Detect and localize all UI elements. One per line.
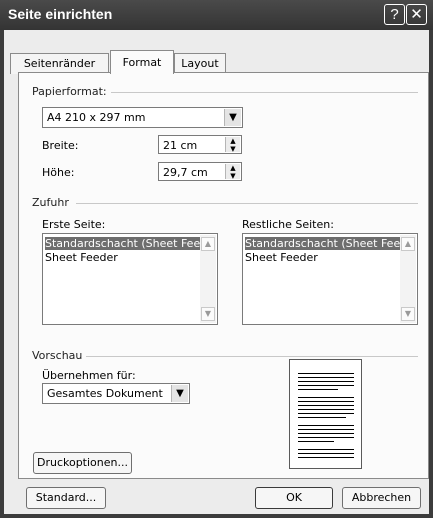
preview-line	[298, 433, 354, 434]
preview-line	[298, 401, 354, 402]
list-item[interactable]: Sheet Feeder	[45, 251, 118, 264]
width-value: 21 cm	[163, 139, 198, 152]
group-divider	[86, 356, 418, 357]
preview-line	[298, 405, 354, 406]
scrollbar[interactable]: ▲ ▼	[400, 235, 416, 323]
tab-label: Seitenränder	[23, 57, 96, 70]
title-bar[interactable]: Seite einrichten ? ✕	[0, 0, 433, 30]
list-item[interactable]: Standardschacht (Sheet Fee	[45, 237, 200, 250]
preview-line	[298, 409, 354, 410]
first-page-label: Erste Seite:	[42, 218, 106, 231]
preview-line	[298, 377, 354, 378]
chevron-down-icon[interactable]: ▼	[224, 109, 241, 126]
help-button[interactable]: ?	[384, 4, 405, 25]
dialog-title: Seite einrichten	[8, 6, 113, 22]
tab-label: Format	[122, 56, 162, 69]
papierformat-group-label: Papierformat:	[32, 85, 111, 98]
scroll-down-icon[interactable]: ▼	[401, 307, 415, 321]
preview-line	[298, 417, 346, 418]
preview-line	[298, 441, 334, 442]
tab-label: Layout	[181, 57, 219, 70]
spin-arrows-icon[interactable]: ▲ ▼	[225, 164, 240, 180]
page-preview	[289, 359, 362, 469]
ok-button[interactable]: OK	[255, 487, 333, 509]
chevron-down-icon[interactable]: ▼	[171, 385, 188, 402]
tab-seitenraender[interactable]: Seitenränder	[10, 53, 109, 74]
preview-line	[298, 413, 354, 414]
preview-line	[298, 397, 354, 398]
paper-size-select[interactable]: A4 210 x 297 mm ▼	[42, 107, 243, 128]
other-pages-tray-list[interactable]: Standardschacht (Sheet Fee Sheet Feeder …	[242, 233, 418, 325]
paper-size-value: A4 210 x 297 mm	[47, 111, 146, 124]
page-setup-dialog: Seite einrichten ? ✕ Seitenränder Format…	[0, 0, 433, 518]
preview-line	[298, 437, 354, 438]
scroll-down-icon[interactable]: ▼	[201, 307, 215, 321]
spin-arrows-icon[interactable]: ▲ ▼	[225, 137, 240, 153]
preview-line	[298, 425, 354, 426]
cancel-button[interactable]: Abbrechen	[342, 487, 421, 509]
group-divider	[76, 203, 418, 204]
other-pages-label: Restliche Seiten:	[242, 218, 334, 231]
preview-line	[298, 385, 354, 386]
print-options-button[interactable]: Druckoptionen...	[33, 452, 132, 474]
list-item[interactable]: Sheet Feeder	[245, 251, 318, 264]
scroll-up-icon[interactable]: ▲	[201, 237, 215, 251]
preview-line	[298, 373, 354, 374]
preview-line	[298, 457, 354, 458]
width-label: Breite:	[42, 139, 79, 152]
scroll-up-icon[interactable]: ▲	[401, 237, 415, 251]
preview-line	[298, 429, 354, 430]
preview-line	[298, 449, 354, 450]
preview-line	[298, 381, 354, 382]
preview-line	[298, 389, 338, 390]
close-button[interactable]: ✕	[406, 4, 427, 25]
preview-line	[298, 453, 354, 454]
apply-to-value: Gesamtes Dokument	[47, 387, 163, 400]
width-spinner[interactable]: 21 cm ▲ ▼	[158, 135, 242, 154]
first-page-tray-list[interactable]: Standardschacht (Sheet Fee Sheet Feeder …	[42, 233, 218, 325]
height-spinner[interactable]: 29,7 cm ▲ ▼	[158, 162, 242, 181]
zufuhr-group-label: Zufuhr	[32, 196, 73, 209]
height-value: 29,7 cm	[163, 166, 208, 179]
tab-layout[interactable]: Layout	[174, 53, 226, 74]
apply-to-select[interactable]: Gesamtes Dokument ▼	[42, 383, 190, 404]
tab-format[interactable]: Format	[110, 50, 174, 74]
list-item[interactable]: Standardschacht (Sheet Fee	[245, 237, 400, 250]
vorschau-group-label: Vorschau	[32, 349, 87, 362]
group-divider	[100, 92, 418, 93]
default-button[interactable]: Standard...	[26, 487, 106, 509]
height-label: Höhe:	[42, 166, 75, 179]
apply-to-label: Übernehmen für:	[42, 369, 136, 382]
scrollbar[interactable]: ▲ ▼	[200, 235, 216, 323]
